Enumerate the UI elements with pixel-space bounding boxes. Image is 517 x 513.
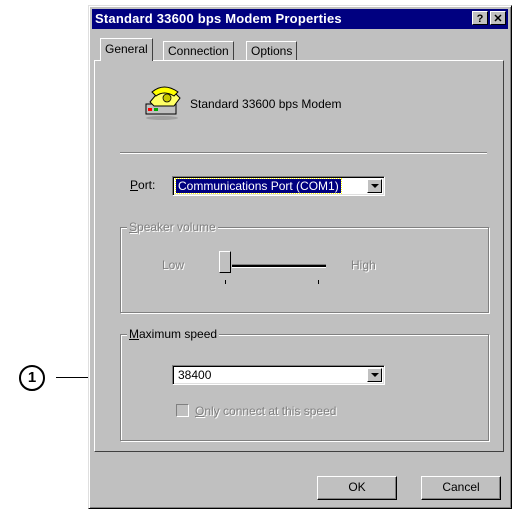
maximum-speed-select[interactable]: 38400	[172, 365, 385, 385]
maximum-speed-group: Maximum speed	[120, 327, 489, 441]
volume-slider-thumb[interactable]	[219, 251, 231, 273]
tab-options[interactable]: Options	[246, 41, 298, 61]
ok-button[interactable]: OK	[317, 476, 397, 500]
tab-connection-label: Connection	[168, 44, 229, 58]
tab-connection[interactable]: Connection	[163, 41, 234, 61]
only-connect-label: Only connect at this speed	[195, 404, 336, 418]
callout-number: 1	[19, 365, 45, 391]
separator	[120, 152, 487, 154]
help-button[interactable]: ?	[472, 11, 488, 25]
maximum-speed-value: 38400	[178, 368, 212, 382]
volume-slider-track	[232, 264, 326, 268]
only-connect-access-key: O	[195, 404, 205, 418]
port-label-text: ort:	[138, 178, 156, 192]
speaker-volume-access-key: S	[129, 220, 138, 234]
port-select-value: Communications Port (COM1)	[175, 178, 342, 194]
cancel-button[interactable]: Cancel	[421, 476, 501, 500]
maximum-speed-title: Maximum speed	[127, 327, 220, 341]
speaker-volume-text: peaker volume	[137, 220, 216, 234]
telephone-modem-icon	[140, 80, 188, 125]
volume-high-label: High	[351, 258, 376, 272]
close-button[interactable]: ✕	[490, 11, 506, 25]
speed-dropdown-button[interactable]	[367, 368, 382, 382]
only-connect-text: nly connect at this speed	[204, 404, 337, 418]
chevron-down-icon	[371, 373, 379, 377]
port-select[interactable]: Communications Port (COM1)	[172, 176, 385, 196]
port-label: Port:	[130, 178, 155, 192]
maximum-speed-access-key: M	[129, 327, 139, 341]
maximum-speed-text: aximum speed	[139, 327, 218, 341]
modem-name: Standard 33600 bps Modem	[190, 97, 342, 111]
speaker-volume-title: Speaker volume	[127, 220, 218, 234]
port-dropdown-button[interactable]	[367, 179, 382, 193]
volume-tick	[225, 280, 226, 284]
tab-general-label: General	[105, 42, 148, 56]
tab-general[interactable]: General	[100, 38, 153, 61]
chevron-down-icon	[371, 184, 379, 188]
title-bar[interactable]: Standard 33600 bps Modem Properties ? ✕	[92, 9, 508, 29]
volume-low-label: Low	[162, 258, 185, 272]
dialog-title: Standard 33600 bps Modem Properties	[95, 11, 342, 26]
volume-tick	[318, 280, 319, 284]
tab-options-label: Options	[251, 44, 293, 58]
port-label-access-key: P	[130, 178, 139, 192]
only-connect-checkbox[interactable]	[176, 404, 189, 417]
